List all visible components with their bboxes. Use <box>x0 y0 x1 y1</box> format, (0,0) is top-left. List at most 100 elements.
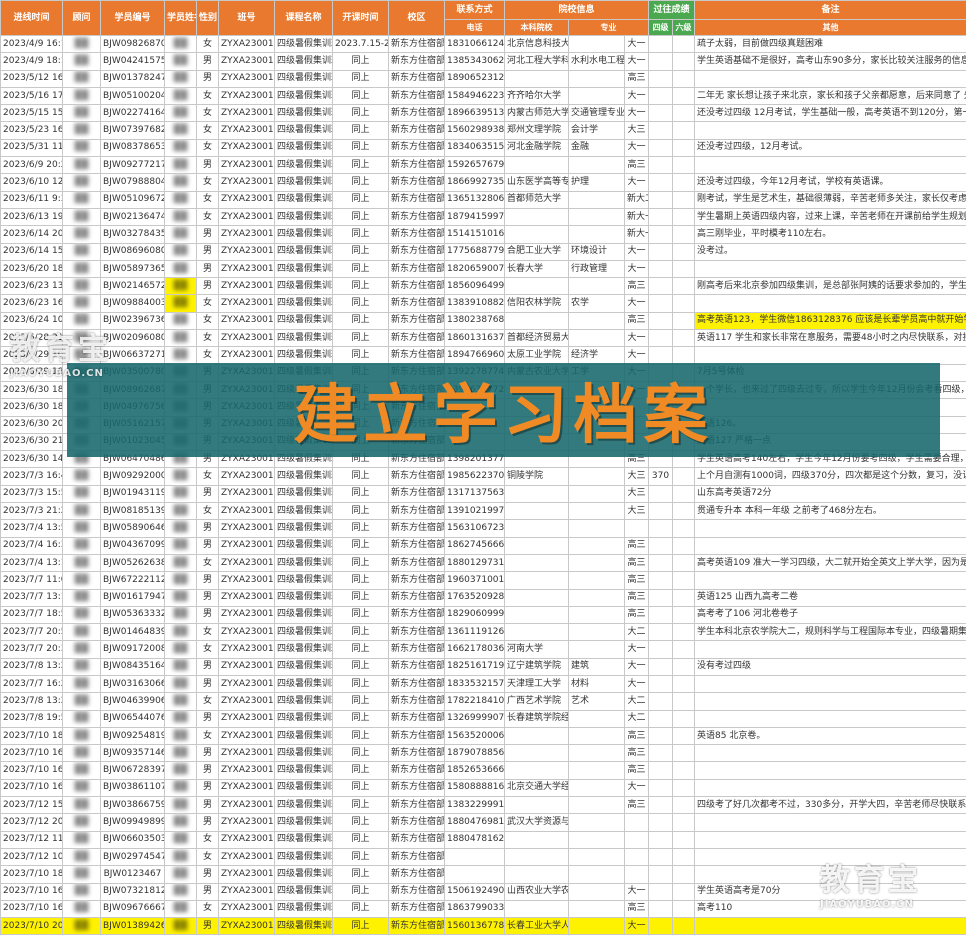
table-cell[interactable]: 2023/6/11 9:38 <box>0 190 63 209</box>
table-cell[interactable] <box>671 502 696 521</box>
table-cell[interactable]: 女 <box>196 86 219 106</box>
table-cell[interactable]: 2023/7/3 16:43 <box>0 467 63 486</box>
table-cell[interactable]: 四级暑假集训班 <box>274 329 333 348</box>
table-cell[interactable] <box>648 813 673 832</box>
table-cell[interactable]: 2023/5/16 17:39 <box>0 86 63 106</box>
table-cell[interactable]: 大二 <box>624 623 649 642</box>
table-cell[interactable]: 交通管理专业 <box>568 104 625 123</box>
table-cell[interactable]: 同上 <box>332 761 389 780</box>
table-cell[interactable] <box>671 121 696 140</box>
table-cell[interactable]: ZYXA23001 <box>218 121 275 140</box>
table-cell[interactable]: 新东方住宿部 <box>388 294 445 313</box>
table-cell[interactable] <box>648 847 673 867</box>
table-cell[interactable] <box>671 761 696 780</box>
table-cell[interactable]: 13171375637 <box>444 484 505 504</box>
table-cell[interactable]: 19603710016 <box>444 571 505 590</box>
table-cell[interactable]: ██ <box>164 709 197 728</box>
table-cell[interactable]: ZYXA23001 <box>218 917 275 936</box>
table-cell[interactable]: 2023/7/10 16:36 <box>0 778 63 798</box>
table-cell[interactable]: 高三刚毕业，平时模考110左右。 <box>694 225 966 244</box>
table-cell[interactable]: 四级暑假集训班 <box>274 121 333 140</box>
table-cell[interactable]: 同上 <box>332 294 389 313</box>
table-cell[interactable] <box>671 588 696 607</box>
table-cell[interactable]: 同上 <box>332 744 389 763</box>
table-cell[interactable]: ██ <box>62 156 101 175</box>
table-cell[interactable]: 高三 <box>624 726 649 746</box>
table-cell[interactable]: 北京交通大学经济管理 <box>504 778 569 798</box>
table-cell[interactable] <box>671 207 696 227</box>
table-cell[interactable]: ██ <box>62 536 101 555</box>
table-cell[interactable]: BJW09172008667 <box>100 640 165 659</box>
table-cell[interactable] <box>671 640 696 659</box>
table-cell[interactable]: 2023/6/9 20:22 <box>0 156 63 175</box>
table-cell[interactable]: 四级暑假集训班 <box>274 657 333 676</box>
table-cell[interactable]: 13839108822 <box>444 294 505 313</box>
table-cell[interactable]: ██ <box>62 484 101 504</box>
table-cell[interactable]: ZYXA23001 <box>218 242 275 261</box>
table-cell[interactable] <box>648 536 673 555</box>
table-cell[interactable] <box>648 104 673 123</box>
table-cell[interactable] <box>568 277 625 296</box>
table-cell[interactable]: 高考英语109 准大一学习四级，大二就开始全英文上学大学，因为是中外合办 的学校… <box>694 553 966 573</box>
table-cell[interactable]: 同上 <box>332 830 389 849</box>
table-cell[interactable]: 大一 <box>624 259 649 279</box>
table-cell[interactable]: 2023/7/12 11:35 <box>0 830 63 849</box>
table-cell[interactable]: 新东方住宿部 <box>388 761 445 780</box>
table-cell[interactable]: ██ <box>62 121 101 140</box>
table-cell[interactable]: 新东方住宿部 <box>388 865 445 884</box>
table-cell[interactable]: 15926576793 <box>444 156 505 175</box>
table-cell[interactable]: ZYXA23001 <box>218 207 275 227</box>
table-cell[interactable]: 男 <box>196 917 219 936</box>
table-cell[interactable] <box>568 865 625 884</box>
table-cell[interactable]: 学生英语基础不是很好，高考山东90多分，家长比较关注服务的信息，尤其在学前后千中… <box>694 52 966 71</box>
table-cell[interactable] <box>648 899 673 919</box>
table-cell[interactable]: 大三 <box>624 121 649 140</box>
table-cell[interactable] <box>444 865 505 884</box>
table-cell[interactable]: 河南大学 <box>504 640 569 659</box>
table-cell[interactable] <box>648 830 673 849</box>
table-cell[interactable]: 2023/7/4 13:57 <box>0 519 63 538</box>
table-cell[interactable] <box>671 657 696 676</box>
table-cell[interactable]: ██ <box>62 104 101 123</box>
table-cell[interactable]: 四级暑假集训班 <box>274 640 333 659</box>
table-cell[interactable]: ██ <box>62 294 101 313</box>
table-cell[interactable]: 大一 <box>624 674 649 694</box>
table-cell[interactable] <box>568 86 625 106</box>
table-cell[interactable]: 同上 <box>332 778 389 798</box>
table-cell[interactable] <box>568 917 625 936</box>
table-cell[interactable]: 女 <box>196 830 219 849</box>
table-cell[interactable]: 同上 <box>332 796 389 815</box>
table-cell[interactable]: ██ <box>164 207 197 227</box>
table-cell[interactable] <box>568 225 625 244</box>
table-cell[interactable]: 同上 <box>332 865 389 884</box>
table-cell[interactable] <box>648 726 673 746</box>
table-cell[interactable] <box>568 813 625 832</box>
table-cell[interactable] <box>648 242 673 261</box>
table-cell[interactable]: 新东方住宿部 <box>388 813 445 832</box>
table-cell[interactable]: 同上 <box>332 467 389 486</box>
table-cell[interactable]: 同上 <box>332 553 389 573</box>
table-cell[interactable]: 13802387688 <box>444 311 505 331</box>
table-cell[interactable]: 山东高考英语72分 <box>694 484 966 504</box>
table-cell[interactable]: ZYXA23001 <box>218 761 275 780</box>
table-cell[interactable]: 2023/7/12 10:49 <box>0 847 63 867</box>
table-cell[interactable] <box>671 917 696 936</box>
table-cell[interactable]: ██ <box>164 242 197 261</box>
table-cell[interactable]: 同上 <box>332 605 389 625</box>
table-cell[interactable]: 四级暑假集训班 <box>274 294 333 313</box>
table-cell[interactable]: 四级暑假集训班 <box>274 605 333 625</box>
table-cell[interactable] <box>504 865 569 884</box>
table-cell[interactable]: ZYXA23001 <box>218 502 275 521</box>
table-cell[interactable] <box>648 484 673 504</box>
table-cell[interactable] <box>648 207 673 227</box>
table-cell[interactable]: ██ <box>164 623 197 642</box>
table-cell[interactable]: ██ <box>62 138 101 158</box>
table-cell[interactable] <box>504 744 569 763</box>
table-cell[interactable] <box>568 744 625 763</box>
table-cell[interactable]: ██ <box>62 674 101 694</box>
table-cell[interactable] <box>504 519 569 538</box>
table-cell[interactable]: 男 <box>196 484 219 504</box>
table-cell[interactable]: 四级暑假集训班 <box>274 52 333 71</box>
table-cell[interactable]: 女 <box>196 726 219 746</box>
table-cell[interactable]: 同上 <box>332 207 389 227</box>
